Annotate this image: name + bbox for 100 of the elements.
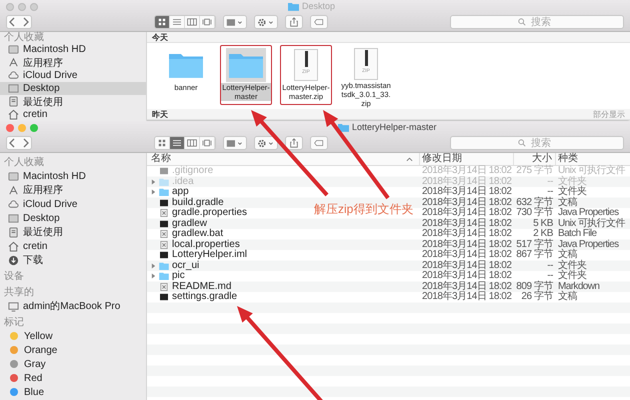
- date-cell-text: 2018年3月14日 18:02: [421, 260, 513, 270]
- kind-cell-text: 文件夹: [557, 176, 588, 186]
- download-icon: [8, 254, 19, 266]
- sidebar-item[interactable]: Macintosh HD: [0, 169, 146, 183]
- back-forward-buttons[interactable]: [6, 136, 32, 150]
- sidebar-label: Gray: [24, 358, 46, 370]
- gear-icon: [257, 18, 275, 26]
- size-cell-text: --: [546, 176, 554, 187]
- gear-icon: [257, 138, 275, 148]
- arrange-icon: [226, 138, 244, 148]
- column-header[interactable]: 名称: [147, 153, 420, 165]
- action-button[interactable]: [254, 15, 278, 29]
- document-icon: [8, 96, 19, 107]
- tag-button[interactable]: [310, 15, 328, 29]
- view-mode-button[interactable]: [185, 16, 200, 28]
- folder-icon: [169, 52, 203, 78]
- sidebar-heading: 个人收藏: [3, 32, 45, 43]
- file-name: local.properties: [172, 240, 240, 250]
- desktop-icon: [8, 83, 19, 94]
- terminal-file-icon: [159, 220, 169, 228]
- sidebar-label: 最近使用: [23, 226, 63, 239]
- size-cell-text: 632 字节: [515, 198, 554, 208]
- file-name: .gitignore: [172, 166, 214, 176]
- apps-icon: [8, 57, 19, 68]
- sidebar-label: iCloud Drive: [23, 70, 78, 81]
- columns-icon: [187, 139, 197, 147]
- view-mode-button[interactable]: [200, 137, 215, 149]
- column-header[interactable]: 种类: [556, 153, 630, 165]
- sidebar-item[interactable]: Gray: [0, 357, 146, 371]
- sidebar-item[interactable]: 应用程序: [0, 183, 146, 197]
- sidebar-item[interactable]: Macintosh HD: [0, 43, 146, 56]
- back-forward-buttons[interactable]: [6, 15, 32, 29]
- arrange-button[interactable]: [223, 15, 247, 29]
- close-button[interactable]: [6, 124, 14, 132]
- share-button[interactable]: [285, 136, 303, 150]
- date-cell-text: 2018年3月14日 18:02: [421, 292, 513, 302]
- sidebar-label: Red: [24, 372, 42, 384]
- size-cell-text: 809 字节: [515, 282, 554, 292]
- sidebar-item[interactable]: 应用程序: [0, 56, 146, 69]
- kind-cell-text: Unix 可执行文件: [557, 166, 626, 176]
- drive-icon: [8, 170, 19, 182]
- size-cell-text: 26 字节: [520, 292, 554, 302]
- sidebar-item[interactable]: cretin: [0, 239, 146, 253]
- size-cell-text: 2 KB: [532, 229, 553, 239]
- cloud-icon: [8, 198, 19, 210]
- search-field[interactable]: 搜索: [450, 15, 624, 29]
- group-title: 昨天: [152, 108, 168, 120]
- kind-cell-text: Java Properties: [557, 240, 620, 250]
- tag-button[interactable]: [310, 136, 328, 150]
- sidebar-label: Macintosh HD: [23, 44, 86, 55]
- sidebar-item[interactable]: Red: [0, 371, 146, 385]
- date-cell-text: 2018年3月14日 18:02: [421, 208, 513, 218]
- sidebar-item[interactable]: cretin: [0, 108, 146, 121]
- size-cell-text: --: [547, 187, 553, 197]
- kind-cell-text: Java Properties: [557, 208, 620, 218]
- kind-cell-text: 文稿: [557, 250, 577, 260]
- date-cell-text: 2018年3月14日 18:02: [421, 282, 513, 292]
- share-button[interactable]: [285, 15, 303, 29]
- sidebar-label: cretin: [23, 109, 48, 120]
- view-mode-button[interactable]: [170, 137, 185, 149]
- column-header[interactable]: 修改日期: [420, 153, 514, 165]
- view-mode-button[interactable]: [185, 137, 200, 149]
- sidebar-heading: 共享的: [3, 286, 35, 299]
- gallery-icon: [202, 139, 212, 147]
- view-mode-button[interactable]: [200, 16, 215, 28]
- search-field[interactable]: 搜索: [450, 136, 624, 150]
- size-cell-text: 275 字节: [515, 166, 554, 176]
- kind-cell-text: Markdown: [557, 282, 600, 292]
- sidebar-item[interactable]: 最近使用: [0, 225, 146, 239]
- file-name: .idea: [172, 176, 194, 187]
- sidebar-heading: 个人收藏: [3, 156, 45, 169]
- view-mode-button[interactable]: [170, 16, 185, 28]
- sidebar-item[interactable]: 下载: [0, 253, 146, 267]
- kind-cell-text: 文稿: [557, 198, 578, 208]
- sidebar-item[interactable]: admin的MacBook Pro: [0, 299, 146, 313]
- grid-icon: [157, 18, 167, 26]
- folder-icon: [288, 2, 299, 10]
- sidebar-item[interactable]: Desktop: [0, 82, 146, 95]
- tag-icon: [314, 17, 324, 27]
- sidebar-item[interactable]: Orange: [0, 343, 146, 357]
- group-title: 今天: [152, 32, 168, 42]
- view-mode-button[interactable]: [155, 137, 170, 149]
- kind-cell-text: 文件夹: [557, 187, 588, 197]
- arrange-button[interactable]: [223, 136, 247, 150]
- document-icon: [159, 209, 169, 218]
- sidebar-item[interactable]: Blue: [0, 385, 146, 399]
- terminal-file-icon: [159, 293, 169, 302]
- action-button[interactable]: [254, 136, 278, 150]
- terminal-file-icon: [159, 251, 169, 260]
- column-header[interactable]: 大小: [514, 153, 556, 165]
- sidebar-item[interactable]: iCloud Drive: [0, 69, 146, 82]
- sidebar-label: admin的MacBook Pro: [23, 300, 120, 313]
- sidebar-item[interactable]: 最近使用: [0, 95, 146, 108]
- sidebar-item[interactable]: Yellow: [0, 329, 146, 343]
- file-name: build.gradle: [172, 198, 224, 208]
- gallery-icon: [202, 18, 212, 26]
- sidebar-item[interactable]: Desktop: [0, 211, 146, 225]
- file-name: app: [172, 187, 189, 198]
- sidebar-item[interactable]: iCloud Drive: [0, 197, 146, 211]
- view-mode-button[interactable]: [155, 16, 170, 28]
